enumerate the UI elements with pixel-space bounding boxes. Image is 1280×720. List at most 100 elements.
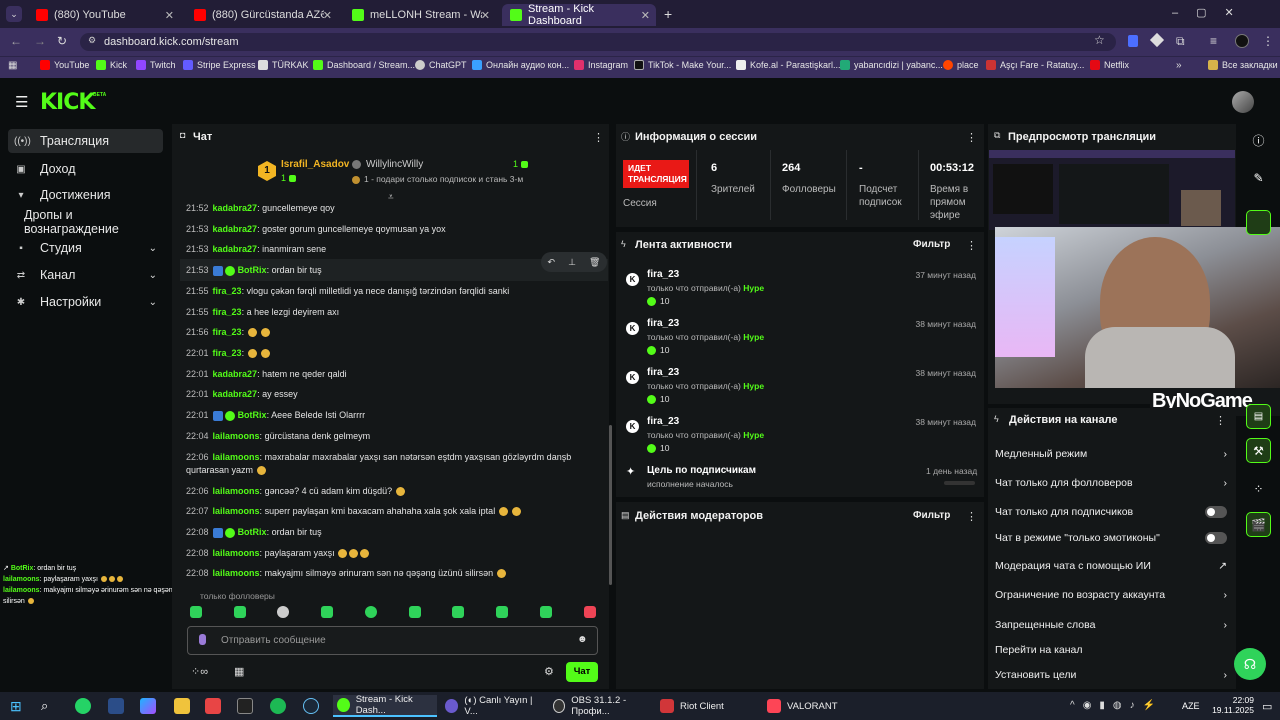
points-icon[interactable]: ⁘∞ <box>191 665 208 678</box>
activity-filter-button[interactable]: Фильтр <box>913 239 950 250</box>
channel-actions-menu-icon[interactable]: ⋮ <box>1215 414 1226 427</box>
emote-icon[interactable] <box>321 606 333 618</box>
microphone-icon[interactable] <box>199 634 206 645</box>
points-icon[interactable]: ⁘ <box>1246 476 1271 501</box>
emote-icon[interactable] <box>496 606 508 618</box>
taskbar-app-chrome[interactable]: Stream - Kick Dash... <box>333 694 437 717</box>
system-tray-icons[interactable]: ^◉▮◍♪⚡ <box>1070 700 1163 711</box>
collapse-icon[interactable]: ⩡ <box>388 192 394 203</box>
app-icon[interactable] <box>108 698 124 714</box>
notification-icon[interactable]: ▭ <box>1262 700 1272 713</box>
sidebar-item-studio[interactable]: ▪ Студия ⌄ <box>8 236 163 260</box>
bookmark-instagram[interactable]: Instagram <box>574 60 628 70</box>
rail-green-icon[interactable] <box>1246 210 1271 235</box>
rail-tool-icon[interactable]: ▤ <box>1246 404 1271 429</box>
spotify-icon[interactable] <box>270 698 286 714</box>
apps-grid-icon[interactable]: ▦ <box>8 60 17 71</box>
slow-mode-item[interactable]: Медленный режим › <box>995 444 1227 464</box>
close-icon[interactable]: ✕ <box>641 9 650 22</box>
pin-icon[interactable]: ⊥ <box>568 257 576 268</box>
emote-icon[interactable] <box>584 606 596 618</box>
new-tab-icon[interactable]: + <box>664 6 672 22</box>
tab-kick-dashboard[interactable]: Stream - Kick Dashboard ✕ <box>502 3 656 27</box>
info-button-icon[interactable]: ⓘ <box>1246 128 1271 153</box>
stream-preview-screen[interactable] <box>989 150 1235 230</box>
bookmark-star-icon[interactable]: ☆ <box>1094 33 1105 47</box>
user-avatar[interactable] <box>1232 91 1254 113</box>
sidebar-item-achievements[interactable]: ▾ Достижения <box>8 183 163 207</box>
tab-kick-watch[interactable]: meLLONH Stream - Watch Live✕ <box>344 4 496 26</box>
emote-icon[interactable] <box>409 606 421 618</box>
emote-icon[interactable] <box>540 606 552 618</box>
bookmark-twitch[interactable]: Twitch <box>136 60 176 70</box>
bookmark-stripe[interactable]: Stripe Express <box>183 60 256 70</box>
kick-logo[interactable]: KICK <box>40 90 95 115</box>
search-icon[interactable]: ⌕ <box>41 698 48 714</box>
emoji-icon[interactable]: ☻ <box>577 634 588 645</box>
chat-settings-icon[interactable]: ⚙ <box>544 665 554 678</box>
taskbar-app-riot[interactable]: Riot Client <box>656 695 760 717</box>
menu-icon[interactable]: ⋮ <box>1262 34 1274 48</box>
bookmark-netflix[interactable]: Netflix <box>1090 60 1129 70</box>
window-controls[interactable]: –▢✕ <box>1172 6 1252 19</box>
reload-icon[interactable]: ↻ <box>57 34 67 48</box>
bookmark-youtube[interactable]: YouTube <box>40 60 89 70</box>
taskbar-app-valorant[interactable]: VALORANT <box>763 695 867 717</box>
clapper-icon[interactable]: 🎬 <box>1246 512 1271 537</box>
bookmark-turkak[interactable]: TÜRKAK <box>258 60 309 70</box>
language-indicator[interactable]: AZE <box>1182 701 1200 711</box>
tab-youtube-1[interactable]: (880) YouTube ✕ <box>28 4 180 26</box>
bookmark-yabancidizi[interactable]: yabancıdizi | yabanc... <box>840 60 943 70</box>
account-age-item[interactable]: Ограничение по возрасту аккаунта › <box>995 585 1227 605</box>
leader-name[interactable]: Israfil_Asadov <box>281 159 349 170</box>
set-goals-item[interactable]: Установить цели › <box>995 665 1227 685</box>
subscribers-only-toggle[interactable] <box>1205 506 1227 518</box>
tab-youtube-2[interactable]: (880) Gürcüstanda AZƏRBAYCA✕ <box>186 4 338 26</box>
reply-icon[interactable]: ↶ <box>548 257 556 268</box>
emote-icon[interactable] <box>190 606 202 618</box>
bookmark-kofe[interactable]: Kofe.al - Parastişkarl... <box>736 60 841 70</box>
media-icon[interactable]: ≡ <box>1210 34 1217 48</box>
chat-scrollbar[interactable] <box>609 425 612 585</box>
chat-menu-icon[interactable]: ⋮ <box>593 131 604 144</box>
moderators-menu-icon[interactable]: ⋮ <box>966 510 977 523</box>
emote-icon[interactable] <box>452 606 464 618</box>
whatsapp-icon[interactable] <box>75 698 91 714</box>
taskbar-app-obs[interactable]: OBS 31.1.2 - Профи... <box>549 695 653 717</box>
delete-icon[interactable]: 🗑 <box>589 257 600 268</box>
app-red-icon[interactable] <box>205 698 221 714</box>
bookmark-place[interactable]: place <box>943 60 979 70</box>
steam-icon[interactable] <box>303 698 319 714</box>
sidebar-item-channel[interactable]: ⇄ Канал ⌄ <box>8 263 163 287</box>
bookmark-tiktok[interactable]: TikTok - Make Your... <box>634 60 731 70</box>
app-dark-icon[interactable] <box>237 698 253 714</box>
clock[interactable]: 22:09 19.11.2025 <box>1206 695 1254 715</box>
close-icon[interactable]: ✕ <box>165 9 174 22</box>
sidebar-item-broadcast[interactable]: ((•)) Трансляция <box>8 129 163 153</box>
back-icon[interactable]: ← <box>10 34 22 48</box>
ai-moderation-item[interactable]: Модерация чата с помощью ИИ ↗ <box>995 556 1227 576</box>
close-icon[interactable]: ✕ <box>323 9 332 22</box>
profile-avatar[interactable] <box>1235 34 1249 48</box>
sidebar-item-income[interactable]: ▣ Доход <box>8 157 163 181</box>
emote-icon[interactable] <box>234 606 246 618</box>
banned-words-item[interactable]: Запрещенные слова › <box>995 615 1227 635</box>
more-bookmarks-icon[interactable]: » <box>1176 60 1182 71</box>
activity-menu-icon[interactable]: ⋮ <box>966 239 977 252</box>
site-info-icon[interactable]: ⚙ <box>88 35 96 46</box>
copilot-icon[interactable] <box>140 698 156 714</box>
sidebar-item-drops[interactable]: Дропы и вознаграждение <box>8 208 163 236</box>
moderators-filter-button[interactable]: Фильтр <box>913 510 950 521</box>
bookmark-ratatouille[interactable]: Aşçı Fare - Ratatuy... <box>986 60 1084 70</box>
wrench-icon[interactable]: ⚒ <box>1246 438 1271 463</box>
hamburger-menu-icon[interactable]: ☰ <box>15 93 28 111</box>
emote-only-item[interactable]: Чат в режиме "только эмотиконы" <box>995 528 1227 548</box>
bookmark-audio[interactable]: Онлайн аудио кон... <box>472 60 569 70</box>
file-explorer-icon[interactable] <box>174 698 190 714</box>
forward-icon[interactable]: → <box>34 34 46 48</box>
emote-icon[interactable] <box>277 606 289 618</box>
windows-start-icon[interactable]: ⊞ <box>10 698 22 715</box>
support-headset-icon[interactable]: ☊ <box>1234 648 1266 680</box>
followers-only-item[interactable]: Чат только для фолловеров › <box>995 473 1227 493</box>
gift-box-icon[interactable]: ▦ <box>234 665 244 678</box>
